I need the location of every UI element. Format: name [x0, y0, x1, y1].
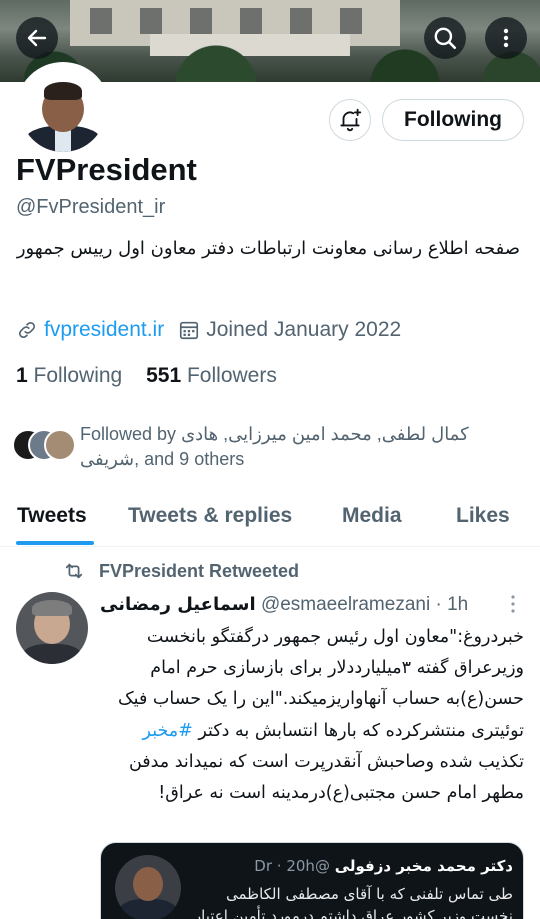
- bell-plus-icon: [340, 108, 362, 132]
- calendar-icon: [180, 321, 199, 340]
- retweet-icon: [65, 563, 83, 579]
- following-label: Following: [33, 364, 123, 387]
- tweet-text-part2: تکذیب شده وصاحبش آنقدرپرت است که نمیداند…: [128, 751, 524, 804]
- follower-avatar: [44, 429, 76, 461]
- retweet-label: FVPresident Retweeted: [99, 560, 300, 581]
- quoted-tweet[interactable]: دکتر محمد مخبر دزفولی @Dr · 20h طی تماس …: [100, 842, 524, 919]
- profile-counts: 1 Following 551 Followers: [16, 364, 277, 388]
- search-icon: [434, 27, 457, 50]
- quoted-tweet-line: نخست وزیر کشور عراق داشتم درمورد تأمین ا…: [193, 907, 513, 919]
- profile-joined-date: Joined January 2022: [206, 318, 402, 341]
- tweet-header: اسماعیل رمضانی @esmaeelramezani · 1h: [100, 594, 520, 620]
- profile-display-name: FVPresident: [16, 152, 197, 187]
- tab-tweets-replies[interactable]: Tweets & replies: [128, 504, 292, 528]
- more-button[interactable]: [485, 17, 527, 59]
- more-vertical-icon: [511, 595, 515, 613]
- followed-by[interactable]: Followed by کمال لطفی, محمد امین میرزایی…: [12, 422, 532, 472]
- tweet-more-button[interactable]: [508, 594, 518, 619]
- followed-by-prefix: Followed by: [80, 424, 177, 444]
- quoted-author-avatar: [115, 855, 181, 919]
- profile-bio: صفحه اطلاع رسانی معاونت ارتباطات دفتر مع…: [16, 238, 520, 259]
- tweet-time[interactable]: · 1h: [435, 594, 468, 615]
- quoted-tweet-header: دکتر محمد مخبر دزفولی @Dr · 20h: [191, 857, 513, 881]
- notifications-button[interactable]: [329, 99, 371, 141]
- following-count-link[interactable]: 1 Following: [16, 364, 122, 387]
- tweet-author-avatar[interactable]: [16, 592, 88, 664]
- profile-tabs: Tweets Tweets & replies Media Likes: [0, 494, 540, 547]
- quoted-tweet-line: طی تماس تلفنی که با آقای مصطفی الکاظمی: [225, 885, 513, 903]
- following-count: 1: [16, 364, 28, 387]
- more-vertical-icon: [503, 28, 509, 48]
- link-icon: [18, 321, 36, 339]
- tab-media[interactable]: Media: [342, 504, 402, 528]
- profile-website-link[interactable]: fvpresident.ir: [44, 318, 164, 342]
- tweet-author-name[interactable]: اسماعیل رمضانی: [100, 594, 256, 615]
- quoted-tweet-time: · 20h: [276, 857, 315, 875]
- followers-count: 551: [146, 364, 182, 387]
- tweet-hashtag[interactable]: #مخبر: [143, 721, 193, 741]
- tweet-author-handle[interactable]: @esmaeelramezani: [261, 594, 430, 615]
- tab-likes[interactable]: Likes: [456, 504, 510, 528]
- quoted-author-name: دکتر محمد مخبر دزفولی: [334, 857, 513, 875]
- quoted-tweet-text: طی تماس تلفنی که با آقای مصطفی الکاظمی ن…: [191, 883, 513, 919]
- arrow-left-icon: [27, 29, 47, 47]
- followers-label: Followers: [186, 364, 277, 387]
- tab-tweets[interactable]: Tweets: [17, 504, 87, 528]
- retweet-context[interactable]: FVPresident Retweeted: [63, 560, 299, 582]
- back-button[interactable]: [16, 17, 58, 59]
- profile-meta: fvpresident.ir Joined January 2022: [16, 318, 401, 342]
- active-tab-indicator: [16, 541, 94, 545]
- profile-handle: @FvPresident_ir: [16, 196, 166, 218]
- following-button[interactable]: Following: [382, 99, 524, 141]
- profile-avatar[interactable]: [16, 62, 110, 156]
- followed-by-text: Followed by کمال لطفی, محمد امین میرزایی…: [80, 422, 530, 472]
- followers-count-link[interactable]: 551 Followers: [146, 364, 277, 387]
- search-button[interactable]: [424, 17, 466, 59]
- followed-by-suffix: , and 9 others: [134, 449, 245, 469]
- tweet-text: خبردروغ:"معاون اول رئیس جمهور درگفتگو با…: [100, 622, 524, 809]
